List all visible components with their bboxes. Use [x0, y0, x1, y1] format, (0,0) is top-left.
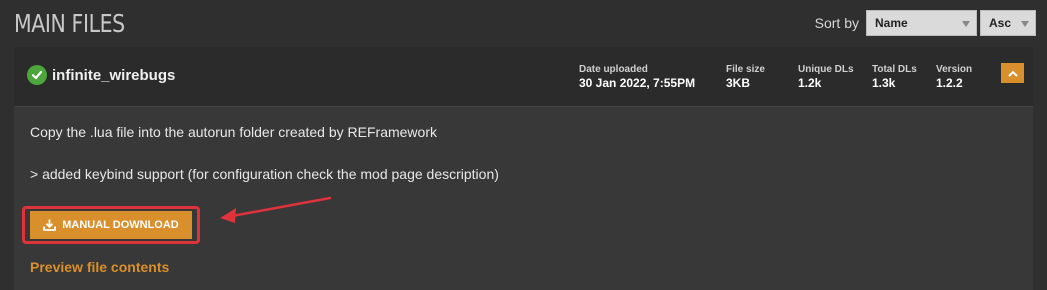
stat-file-size: File size 3KB	[726, 64, 765, 91]
sort-order-select[interactable]: Asc	[980, 10, 1036, 36]
stat-version: Version 1.2.2	[936, 64, 972, 91]
download-icon	[43, 219, 57, 231]
sort-field-value: Name	[875, 16, 908, 30]
section-title: MAIN FILES	[14, 9, 125, 38]
stat-label: Version	[936, 64, 973, 75]
preview-file-contents-link[interactable]: Preview file contents	[30, 259, 169, 275]
stat-value: 1.3k	[872, 76, 896, 90]
sort-order-value: Asc	[989, 16, 1012, 30]
file-name: infinite_wirebugs	[52, 67, 176, 84]
file-panel: infinite_wirebugs Date uploaded 30 Jan 2…	[14, 47, 1033, 290]
stat-label: Unique DLs	[798, 64, 854, 75]
stat-value: 3KB	[726, 76, 751, 90]
chevron-up-icon	[1007, 70, 1018, 77]
sort-controls: Sort by Name Asc	[815, 10, 1036, 36]
file-header[interactable]: infinite_wirebugs Date uploaded 30 Jan 2…	[14, 47, 1033, 107]
stat-label: Date uploaded	[579, 64, 648, 75]
stat-value: 30 Jan 2022, 7:55PM	[579, 76, 696, 90]
check-circle-icon	[27, 65, 47, 85]
sort-field-select[interactable]: Name	[866, 10, 977, 36]
stat-date-uploaded: Date uploaded 30 Jan 2022, 7:55PM	[579, 64, 695, 91]
stat-total-dls: Total DLs 1.3k	[872, 64, 917, 91]
chevron-down-icon	[962, 21, 970, 27]
stat-value: 1.2.2	[936, 76, 963, 90]
stat-label: Total DLs	[872, 64, 917, 75]
file-description-line: Copy the .lua file into the autorun fold…	[30, 124, 437, 140]
stat-unique-dls: Unique DLs 1.2k	[798, 64, 854, 91]
stat-label: File size	[726, 64, 765, 75]
manual-download-label: MANUAL DOWNLOAD	[62, 219, 179, 231]
sort-label: Sort by	[814, 15, 859, 31]
collapse-button[interactable]	[1001, 63, 1024, 83]
chevron-down-icon	[1021, 21, 1029, 27]
stat-value: 1.2k	[798, 76, 822, 90]
file-description-line: > added keybind support (for configurati…	[30, 166, 499, 182]
manual-download-button[interactable]: MANUAL DOWNLOAD	[30, 211, 192, 239]
